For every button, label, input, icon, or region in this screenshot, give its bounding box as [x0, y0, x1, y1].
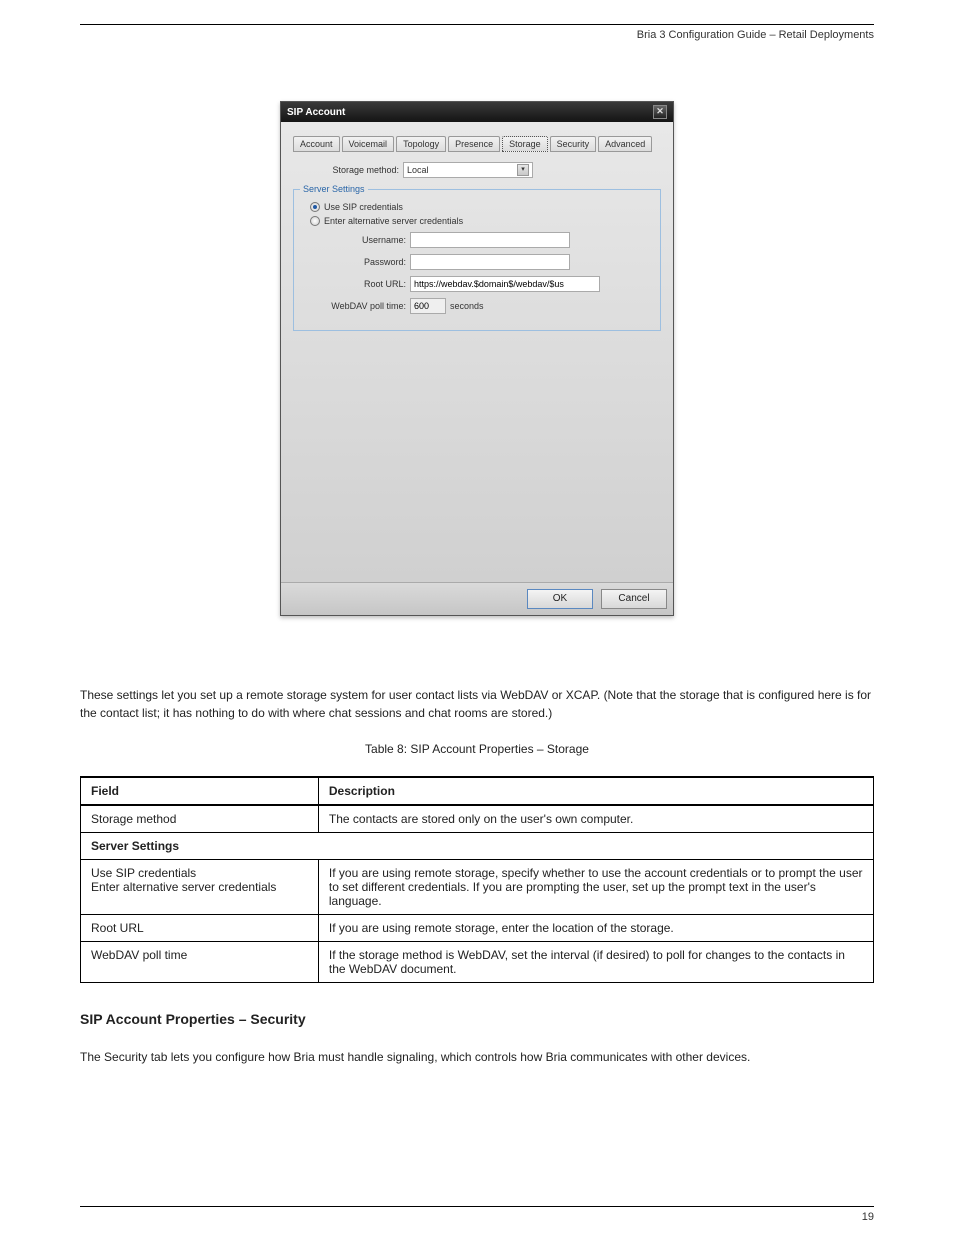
tab-presence[interactable]: Presence: [448, 136, 500, 152]
close-icon[interactable]: ✕: [653, 105, 667, 119]
tab-storage[interactable]: Storage: [502, 136, 548, 152]
cell-field: Use SIP credentials Enter alternative se…: [81, 860, 319, 915]
poll-time-suffix: seconds: [450, 301, 484, 311]
username-field[interactable]: [410, 232, 570, 248]
storage-method-label: Storage method:: [293, 165, 403, 175]
server-settings-legend: Server Settings: [300, 184, 368, 194]
table-row: Storage method The contacts are stored o…: [81, 805, 874, 833]
radio-alt-label: Enter alternative server credentials: [324, 216, 463, 226]
paragraph-security-intro: The Security tab lets you configure how …: [80, 1048, 874, 1066]
cell-section: Server Settings: [81, 833, 874, 860]
cell-field: Storage method: [81, 805, 319, 833]
dialog-title: SIP Account: [287, 107, 345, 118]
server-settings-group: Server Settings Use SIP credentials Ente…: [293, 184, 661, 331]
poll-time-field[interactable]: [410, 298, 446, 314]
table-row: Use SIP credentials Enter alternative se…: [81, 860, 874, 915]
cell-desc: If the storage method is WebDAV, set the…: [318, 942, 873, 983]
cell-desc: The contacts are stored only on the user…: [318, 805, 873, 833]
section-security-title: SIP Account Properties – Security: [80, 1009, 874, 1030]
username-label: Username:: [300, 235, 410, 245]
tab-strip: Account Voicemail Topology Presence Stor…: [293, 136, 661, 152]
chevron-down-icon[interactable]: ▾: [517, 164, 529, 176]
cell-field: WebDAV poll time: [81, 942, 319, 983]
tab-account[interactable]: Account: [293, 136, 340, 152]
cell-desc: If you are using remote storage, enter t…: [318, 915, 873, 942]
footer-page-number: 19: [862, 1211, 874, 1223]
titlebar: SIP Account ✕: [281, 102, 673, 122]
radio-use-sip[interactable]: [310, 202, 320, 212]
radio-use-sip-label: Use SIP credentials: [324, 202, 403, 212]
root-url-field[interactable]: [410, 276, 600, 292]
password-label: Password:: [300, 257, 410, 267]
ok-button[interactable]: OK: [527, 589, 593, 609]
table-row: Server Settings: [81, 833, 874, 860]
paragraph-storage-intro: These settings let you set up a remote s…: [80, 686, 874, 722]
th-description: Description: [318, 777, 873, 805]
storage-properties-table: Field Description Storage method The con…: [80, 776, 874, 983]
cancel-button[interactable]: Cancel: [601, 589, 667, 609]
radio-alt-credentials[interactable]: [310, 216, 320, 226]
root-url-label: Root URL:: [300, 279, 410, 289]
storage-method-select[interactable]: Local ▾: [403, 162, 533, 178]
header-right: Bria 3 Configuration Guide – Retail Depl…: [637, 29, 874, 41]
poll-time-label: WebDAV poll time:: [300, 301, 410, 311]
th-field: Field: [81, 777, 319, 805]
dialog-button-bar: OK Cancel: [281, 582, 673, 615]
page-footer: 19: [80, 1206, 874, 1223]
cell-desc: If you are using remote storage, specify…: [318, 860, 873, 915]
sip-account-dialog: SIP Account ✕ Account Voicemail Topology…: [280, 101, 674, 616]
storage-method-value: Local: [407, 165, 429, 175]
table-caption: Table 8: SIP Account Properties – Storag…: [80, 740, 874, 758]
tab-topology[interactable]: Topology: [396, 136, 446, 152]
tab-security[interactable]: Security: [550, 136, 597, 152]
tab-voicemail[interactable]: Voicemail: [342, 136, 395, 152]
tab-advanced[interactable]: Advanced: [598, 136, 652, 152]
cell-field: Root URL: [81, 915, 319, 942]
table-row: WebDAV poll time If the storage method i…: [81, 942, 874, 983]
table-row: Root URL If you are using remote storage…: [81, 915, 874, 942]
password-field[interactable]: [410, 254, 570, 270]
